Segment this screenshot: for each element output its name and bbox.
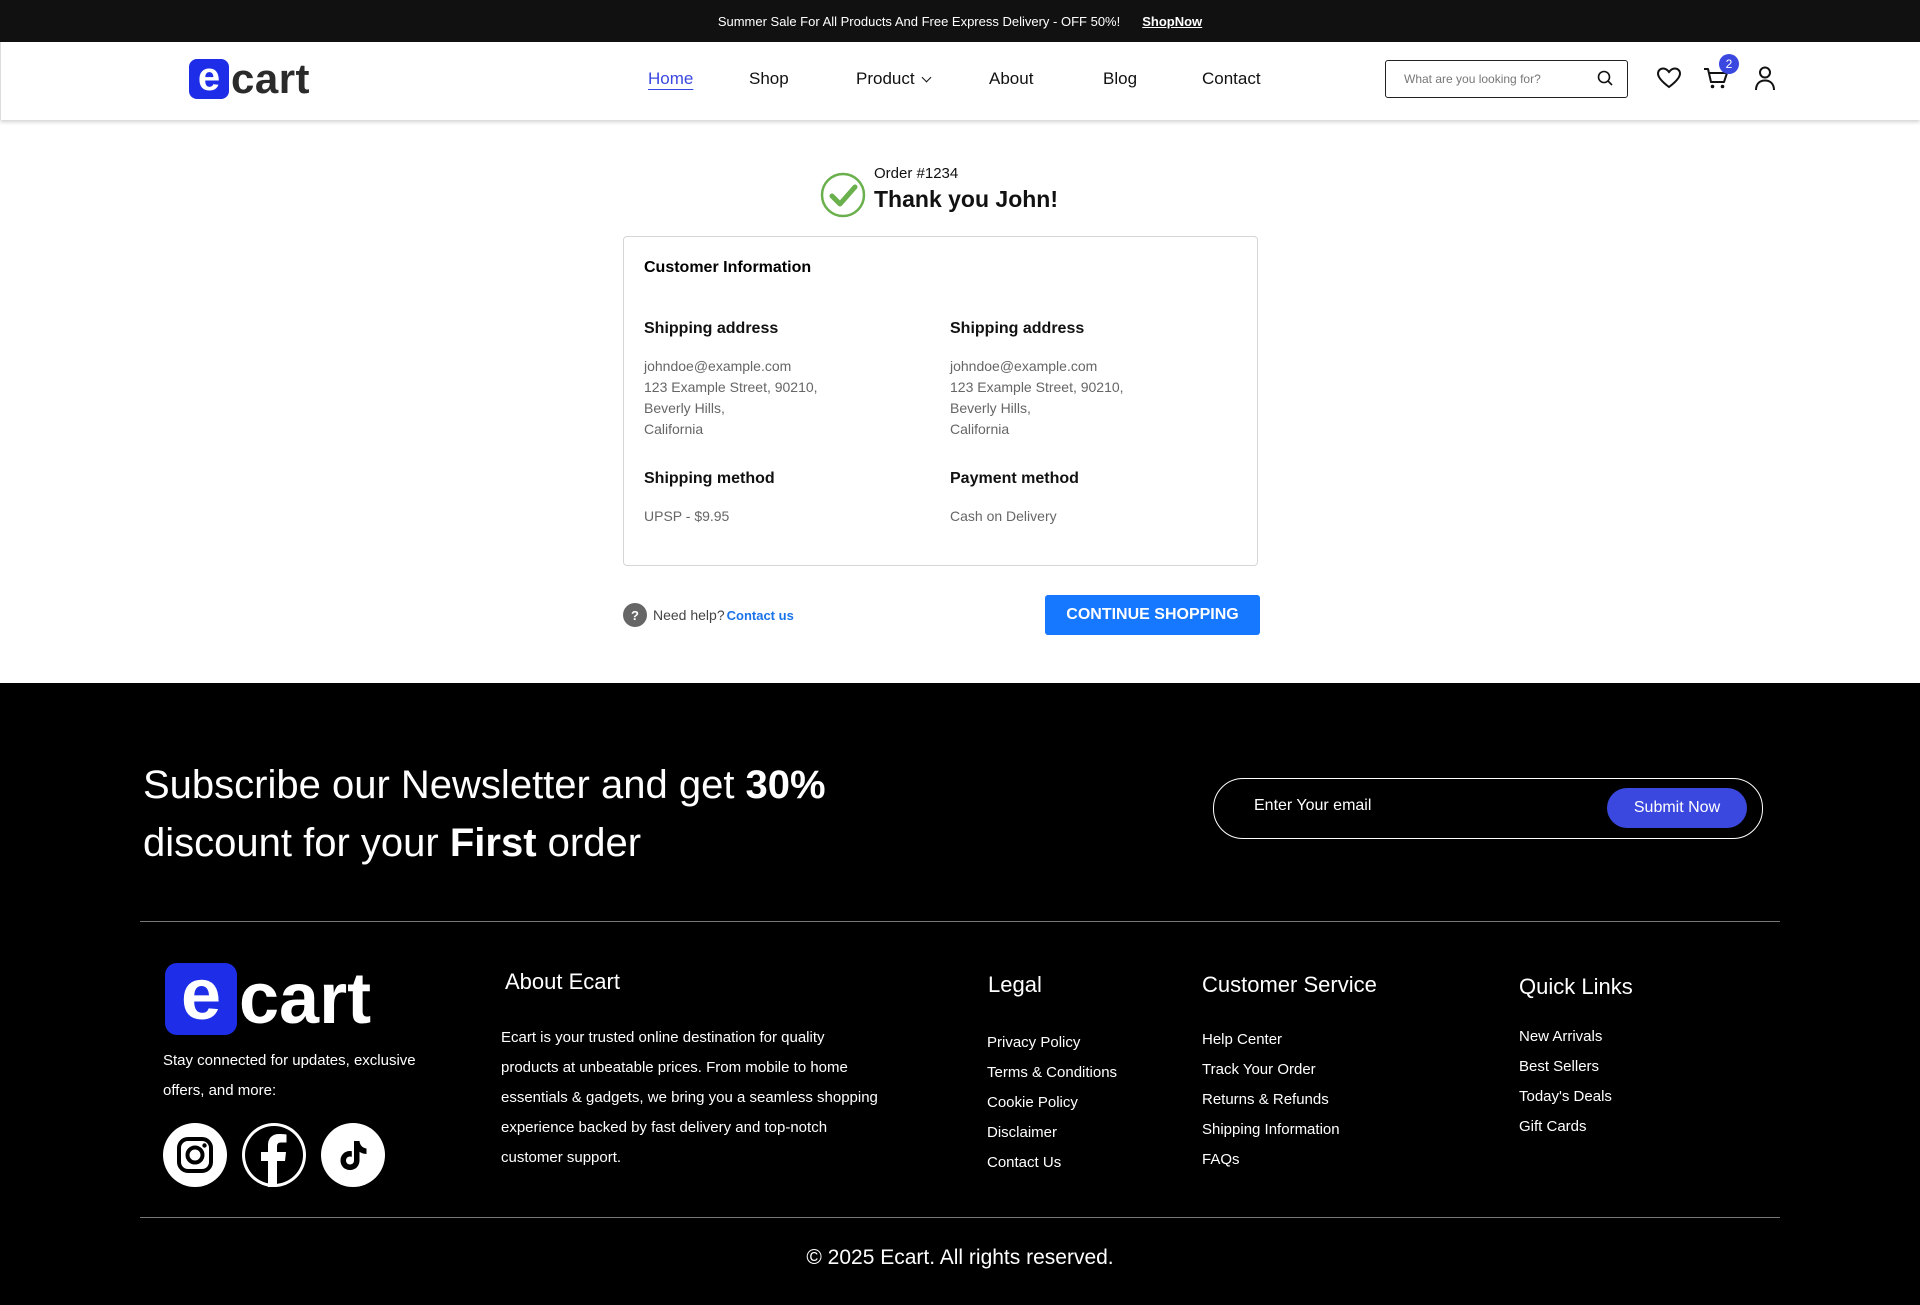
heart-icon[interactable] bbox=[1655, 64, 1683, 92]
footer-logo-badge: e bbox=[165, 959, 237, 1035]
address-line: 123 Example Street, 90210, bbox=[644, 379, 818, 395]
address-line: Beverly Hills, bbox=[950, 400, 1031, 416]
newsletter-form: Submit Now bbox=[1213, 778, 1763, 839]
nav-about[interactable]: About bbox=[989, 69, 1033, 89]
returns-link[interactable]: Returns & Refunds bbox=[1202, 1085, 1340, 1115]
continue-shopping-button[interactable]: CONTINUE SHOPPING bbox=[1045, 595, 1260, 635]
address-line: Beverly Hills, bbox=[644, 400, 725, 416]
card-title: Customer Information bbox=[644, 259, 812, 276]
shipping-method-value: UPSP - $9.95 bbox=[644, 508, 730, 524]
about-text: Ecart is your trusted online destination… bbox=[501, 1029, 878, 1166]
main-nav: Home Shop Product About Blog Contact bbox=[1, 42, 1920, 120]
left-column: Shipping address johndoe@example.com 123… bbox=[644, 320, 924, 440]
privacy-policy-link[interactable]: Privacy Policy bbox=[987, 1028, 1117, 1058]
about-heading: About Ecart bbox=[505, 969, 620, 994]
nav-home[interactable]: Home bbox=[648, 69, 693, 89]
nav-blog[interactable]: Blog bbox=[1103, 69, 1137, 89]
gift-cards-link[interactable]: Gift Cards bbox=[1519, 1112, 1612, 1142]
check-icon bbox=[820, 172, 866, 218]
user-icon[interactable] bbox=[1751, 64, 1779, 92]
footer-divider bbox=[140, 921, 1780, 922]
shipping-address-heading: Shipping address bbox=[644, 320, 779, 337]
todays-deals-link[interactable]: Today's Deals bbox=[1519, 1082, 1612, 1112]
address-line: johndoe@example.com bbox=[950, 358, 1098, 374]
track-order-link[interactable]: Track Your Order bbox=[1202, 1055, 1340, 1085]
payment-method-value: Cash on Delivery bbox=[950, 508, 1057, 524]
contact-us-footer-link[interactable]: Contact Us bbox=[987, 1148, 1117, 1178]
footer-logo[interactable]: e cart bbox=[165, 959, 372, 1039]
help-text: Need help? bbox=[653, 607, 725, 623]
question-icon: ? bbox=[623, 603, 647, 627]
address-line: johndoe@example.com bbox=[644, 358, 792, 374]
tiktok-icon[interactable] bbox=[321, 1123, 385, 1187]
quick-links-heading: Quick Links bbox=[1519, 974, 1633, 999]
shipping-method-heading: Shipping method bbox=[644, 470, 775, 487]
right-column: Shipping address johndoe@example.com 123… bbox=[950, 320, 1230, 440]
chevron-down-icon bbox=[921, 72, 932, 83]
newsletter-email-input[interactable] bbox=[1254, 797, 1584, 815]
best-sellers-link[interactable]: Best Sellers bbox=[1519, 1052, 1612, 1082]
customer-service-links: Help Center Track Your Order Returns & R… bbox=[1202, 1025, 1340, 1175]
disclaimer-link[interactable]: Disclaimer bbox=[987, 1118, 1117, 1148]
footer-tagline: Stay connected for updates, exclusive of… bbox=[163, 1052, 416, 1099]
address-line: 123 Example Street, 90210, bbox=[950, 379, 1124, 395]
cookie-policy-link[interactable]: Cookie Policy bbox=[987, 1088, 1117, 1118]
shop-now-link[interactable]: ShopNow bbox=[1142, 14, 1202, 29]
thank-you-title: Thank you John! bbox=[874, 186, 1058, 212]
shipping-method-block: Shipping method UPSP - $9.95 bbox=[644, 470, 924, 527]
search-icon[interactable] bbox=[1597, 70, 1613, 86]
terms-link[interactable]: Terms & Conditions bbox=[987, 1058, 1117, 1088]
address-line: California bbox=[950, 421, 1010, 437]
contact-us-link[interactable]: Contact us bbox=[727, 608, 794, 623]
nav-shop[interactable]: Shop bbox=[749, 69, 789, 89]
nav-contact[interactable]: Contact bbox=[1202, 69, 1261, 89]
shipping-info-link[interactable]: Shipping Information bbox=[1202, 1115, 1340, 1145]
facebook-icon[interactable] bbox=[242, 1123, 306, 1187]
instagram-icon[interactable] bbox=[163, 1123, 227, 1187]
faqs-link[interactable]: FAQs bbox=[1202, 1145, 1340, 1175]
customer-service-heading: Customer Service bbox=[1202, 972, 1377, 997]
newsletter-title: Subscribe our Newsletter and get 30% disc… bbox=[143, 763, 826, 865]
address-line: California bbox=[644, 421, 704, 437]
payment-method-heading: Payment method bbox=[950, 470, 1079, 487]
shipping-address-heading: Shipping address bbox=[950, 320, 1085, 337]
customer-info-card: Customer Information Shipping address jo… bbox=[623, 236, 1258, 566]
submit-now-button[interactable]: Submit Now bbox=[1607, 788, 1747, 828]
search-box bbox=[1385, 60, 1628, 98]
quick-links: New Arrivals Best Sellers Today's Deals … bbox=[1519, 1022, 1612, 1142]
search-input[interactable] bbox=[1404, 72, 1584, 86]
copyright: © 2025 Ecart. All rights reserved. bbox=[806, 1246, 1114, 1269]
cart-count-badge: 2 bbox=[1719, 54, 1739, 74]
site-footer: Subscribe our Newsletter and get 30% disc… bbox=[0, 683, 1920, 1305]
legal-links: Privacy Policy Terms & Conditions Cookie… bbox=[987, 1028, 1117, 1178]
site-header: e cart Home Shop Product About Blog Cont… bbox=[0, 42, 1920, 120]
new-arrivals-link[interactable]: New Arrivals bbox=[1519, 1022, 1612, 1052]
legal-heading: Legal bbox=[988, 972, 1042, 997]
help-row: ? Need help? Contact us bbox=[623, 603, 794, 627]
announcement-bar: Summer Sale For All Products And Free Ex… bbox=[0, 0, 1920, 42]
order-number: Order #1234 bbox=[874, 165, 959, 182]
announcement-text: Summer Sale For All Products And Free Ex… bbox=[717, 13, 1121, 29]
nav-product[interactable]: Product bbox=[856, 69, 932, 89]
help-center-link[interactable]: Help Center bbox=[1202, 1025, 1340, 1055]
payment-method-block: Payment method Cash on Delivery bbox=[950, 470, 1230, 527]
footer-divider bbox=[140, 1217, 1780, 1218]
footer-logo-text: cart bbox=[239, 959, 372, 1039]
